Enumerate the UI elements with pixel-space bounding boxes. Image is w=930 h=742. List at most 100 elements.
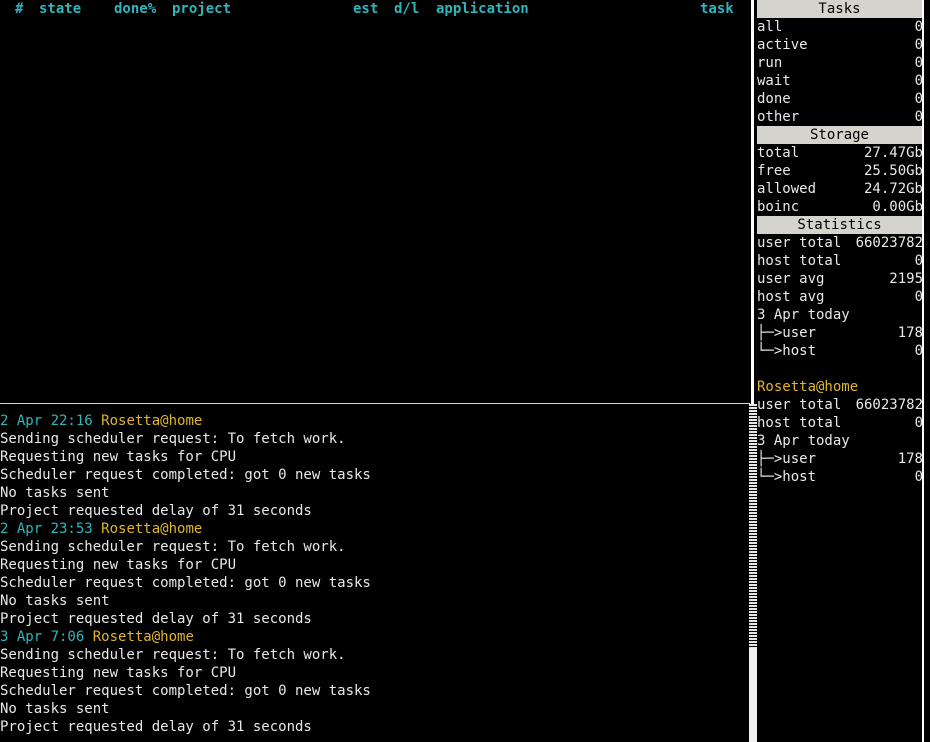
message-project: Rosetta@home <box>101 521 203 537</box>
tree-branch-icon: ├─> <box>757 325 783 341</box>
tree-end-icon: └─> <box>757 469 783 485</box>
stat-label: host avg <box>757 289 825 305</box>
stat-label: allowed <box>757 181 817 197</box>
tasks-row-run: run 0 <box>757 54 923 72</box>
tree-branch-icon: ├─> <box>757 451 783 467</box>
stat-label: user total <box>757 397 842 413</box>
project-row-user-total: user total 66023782 <box>757 396 923 414</box>
stat-label: user <box>782 451 817 467</box>
message-project: Rosetta@home <box>101 413 203 429</box>
column-project[interactable]: project <box>172 0 231 18</box>
stat-label: host <box>782 469 817 485</box>
storage-section-title: Storage <box>757 126 922 144</box>
statistics-today-heading: 3 Apr today <box>757 306 923 324</box>
message-header: 3 Apr 7:06 Rosetta@home <box>0 628 748 646</box>
column-number[interactable]: # <box>15 0 23 18</box>
project-today-host: └─>host 0 <box>757 468 923 486</box>
message-text: Sending scheduler request: To fetch work… <box>0 539 346 555</box>
column-deadline[interactable]: d/l <box>394 0 419 18</box>
statistics-row-host-total: host total 0 <box>757 252 923 270</box>
message-text: Scheduler request completed: got 0 new t… <box>0 683 371 699</box>
stat-label: other <box>757 109 800 125</box>
today-label: 3 Apr today <box>757 307 850 323</box>
stat-label: all <box>757 19 783 35</box>
stat-value: 0.00Gb <box>872 199 923 215</box>
column-task[interactable]: task <box>700 0 734 18</box>
project-today-user: ├─>user 178 <box>757 450 923 468</box>
stat-label: wait <box>757 73 791 89</box>
column-application[interactable]: application <box>436 0 529 18</box>
column-done-percent[interactable]: done% <box>114 0 156 18</box>
storage-row-allowed: allowed 24.72Gb <box>757 180 923 198</box>
tasks-row-other: other 0 <box>757 108 923 126</box>
sidebar-border <box>922 0 924 742</box>
statistics-section-title: Statistics <box>757 216 922 234</box>
stat-label: host total <box>757 415 842 431</box>
statistics-row-host-avg: host avg 0 <box>757 288 923 306</box>
stat-value: 178 <box>897 451 923 467</box>
storage-row-boinc: boinc 0.00Gb <box>757 198 923 216</box>
message-text: Requesting new tasks for CPU <box>0 557 237 573</box>
statistics-today-user: ├─>user 178 <box>757 324 923 342</box>
message-text: Project requested delay of 31 seconds <box>0 611 312 627</box>
project-stats-heading: Rosetta@home <box>757 378 923 396</box>
statistics-row-user-avg: user avg 2195 <box>757 270 923 288</box>
column-state[interactable]: state <box>39 0 81 18</box>
tree-end-icon: └─> <box>757 343 783 359</box>
message-header: 2 Apr 22:16 Rosetta@home <box>0 412 748 430</box>
message-text: Sending scheduler request: To fetch work… <box>0 647 346 663</box>
today-label: 3 Apr today <box>757 433 850 449</box>
stat-label: boinc <box>757 199 800 215</box>
project-row-host-total: host total 0 <box>757 414 923 432</box>
message-text: Scheduler request completed: got 0 new t… <box>0 575 371 591</box>
task-list[interactable] <box>0 18 750 403</box>
project-today-heading: 3 Apr today <box>757 432 923 450</box>
statistics-row-user-total: user total 66023782 <box>757 234 923 252</box>
message-text: Project requested delay of 31 seconds <box>0 719 312 735</box>
message-timestamp: 2 Apr 22:16 <box>0 413 93 429</box>
stat-label: host total <box>757 253 842 269</box>
message-text: Scheduler request completed: got 0 new t… <box>0 467 371 483</box>
pane-divider[interactable] <box>0 403 750 404</box>
tasks-row-done: done 0 <box>757 90 923 108</box>
message-timestamp: 2 Apr 23:53 <box>0 521 93 537</box>
message-timestamp: 3 Apr 7:06 <box>0 629 85 645</box>
stat-label: user avg <box>757 271 825 287</box>
statistics-today-host: └─>host 0 <box>757 342 923 360</box>
message-text: No tasks sent <box>0 593 110 609</box>
stat-value: 178 <box>897 325 923 341</box>
storage-row-total: total 27.47Gb <box>757 144 923 162</box>
message-text: Requesting new tasks for CPU <box>0 665 237 681</box>
tasks-row-active: active 0 <box>757 36 923 54</box>
stat-label: total <box>757 145 800 161</box>
stat-label: user <box>782 325 817 341</box>
tasks-section-title: Tasks <box>757 0 922 18</box>
task-table-header: # state done% project est d/l applicatio… <box>0 0 752 18</box>
stat-value: 66023782 <box>855 397 923 413</box>
stat-label: done <box>757 91 791 107</box>
stat-label: active <box>757 37 808 53</box>
tasks-row-wait: wait 0 <box>757 72 923 90</box>
tasks-row-all: all 0 <box>757 18 923 36</box>
column-estimate[interactable]: est <box>353 0 378 18</box>
stat-label: free <box>757 163 791 179</box>
stat-value: 2195 <box>889 271 923 287</box>
project-name: Rosetta@home <box>757 379 859 395</box>
stat-label: user total <box>757 235 842 251</box>
stat-value: 25.50Gb <box>863 163 923 179</box>
info-sidebar: Tasks all 0 active 0 run 0 wait 0 done 0… <box>754 0 930 742</box>
message-text: Requesting new tasks for CPU <box>0 449 237 465</box>
storage-row-free: free 25.50Gb <box>757 162 923 180</box>
stat-label: host <box>782 343 817 359</box>
stat-value: 66023782 <box>855 235 923 251</box>
message-project: Rosetta@home <box>92 629 194 645</box>
message-text: Sending scheduler request: To fetch work… <box>0 431 346 447</box>
stat-value: 24.72Gb <box>863 181 923 197</box>
message-log[interactable]: 2 Apr 22:16 Rosetta@home Sending schedule… <box>0 412 748 742</box>
message-text: No tasks sent <box>0 701 110 717</box>
message-text: Project requested delay of 31 seconds <box>0 503 312 519</box>
stat-value: 27.47Gb <box>863 145 923 161</box>
message-text: No tasks sent <box>0 485 110 501</box>
message-header: 2 Apr 23:53 Rosetta@home <box>0 520 748 538</box>
stat-label: run <box>757 55 783 71</box>
